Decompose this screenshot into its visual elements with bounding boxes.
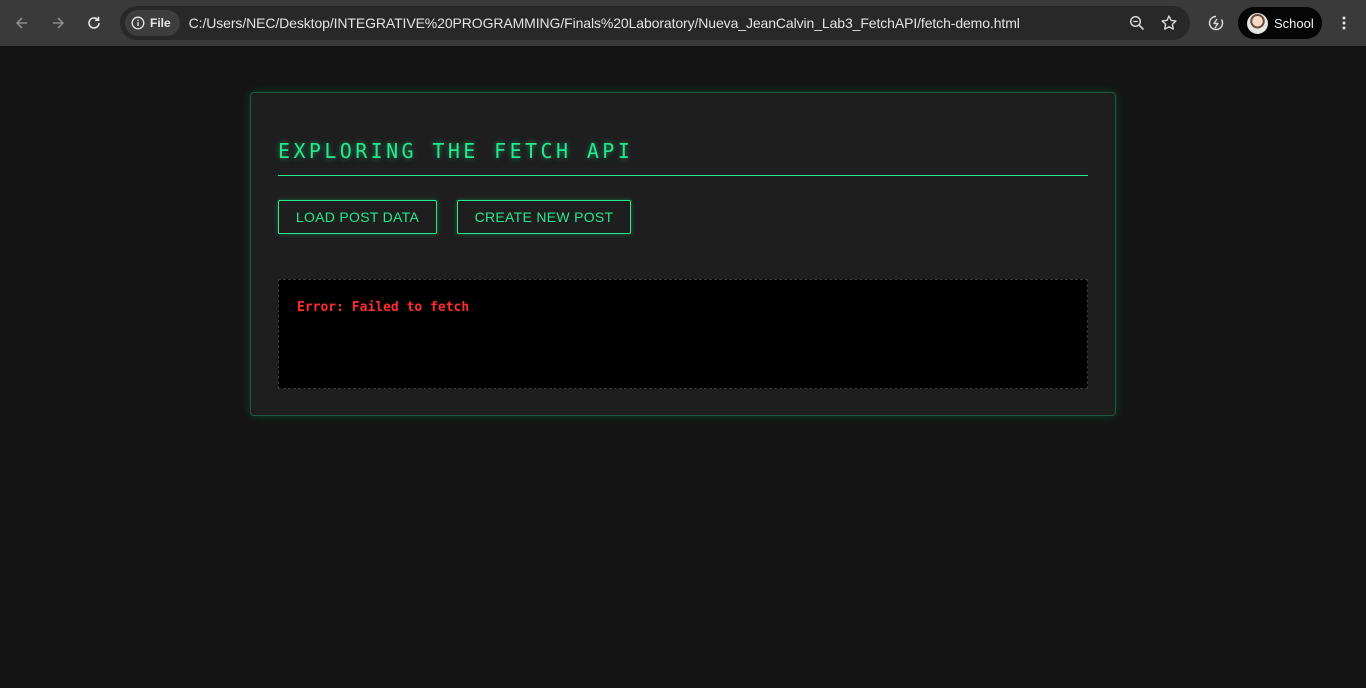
fetch-demo-card: EXPLORING THE FETCH API LOAD POST DATA C… bbox=[250, 92, 1116, 416]
page-title: EXPLORING THE FETCH API bbox=[278, 139, 634, 163]
scheme-label: File bbox=[150, 16, 171, 30]
zoom-icon[interactable] bbox=[1128, 14, 1146, 32]
output-panel: Error: Failed to fetch bbox=[278, 279, 1088, 389]
forward-button[interactable] bbox=[44, 9, 72, 37]
more-menu-button[interactable] bbox=[1330, 9, 1358, 37]
forward-arrow-icon bbox=[53, 17, 65, 29]
back-arrow-icon bbox=[15, 17, 27, 29]
back-button[interactable] bbox=[8, 9, 36, 37]
reload-icon bbox=[88, 16, 100, 29]
title-divider bbox=[278, 175, 1088, 176]
profile-label: School bbox=[1274, 15, 1314, 31]
performance-button[interactable] bbox=[1202, 9, 1230, 37]
profile-button[interactable]: School bbox=[1238, 7, 1322, 39]
bookmark-star-icon[interactable] bbox=[1160, 14, 1178, 32]
more-menu-icon bbox=[1342, 16, 1346, 30]
create-new-post-button[interactable]: CREATE NEW POST bbox=[457, 200, 631, 234]
load-post-data-button[interactable]: LOAD POST DATA bbox=[278, 200, 437, 234]
url-text[interactable]: C:/Users/NEC/Desktop/INTEGRATIVE%20PROGR… bbox=[189, 15, 1020, 31]
address-bar[interactable]: File C:/Users/NEC/Desktop/INTEGRATIVE%20… bbox=[120, 6, 1190, 40]
info-icon bbox=[131, 16, 145, 30]
error-message: Error: Failed to fetch bbox=[297, 300, 470, 315]
reload-button[interactable] bbox=[80, 9, 108, 37]
performance-icon bbox=[1208, 15, 1224, 31]
avatar bbox=[1247, 12, 1268, 34]
site-info-chip[interactable]: File bbox=[125, 10, 180, 36]
browser-toolbar: File C:/Users/NEC/Desktop/INTEGRATIVE%20… bbox=[0, 0, 1366, 46]
